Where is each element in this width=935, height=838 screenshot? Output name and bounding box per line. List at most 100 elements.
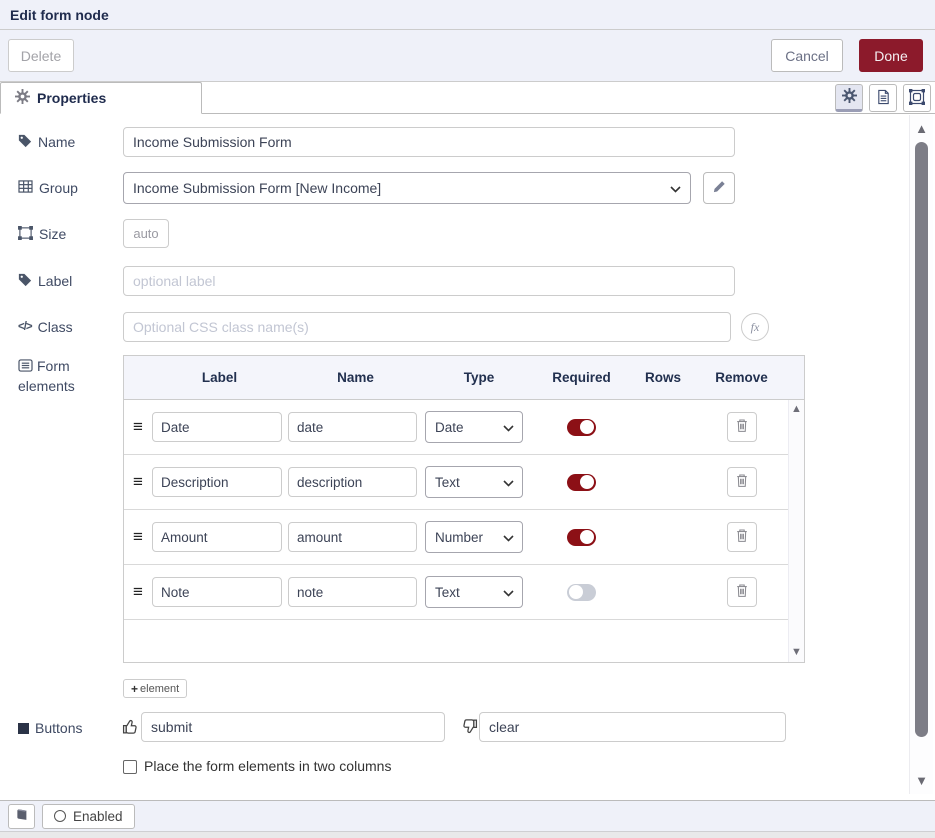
- element-name-input[interactable]: [288, 522, 417, 552]
- header-label: Label: [152, 370, 287, 385]
- scroll-up-icon[interactable]: ▲: [791, 400, 802, 419]
- done-button[interactable]: Done: [859, 39, 923, 72]
- delete-button[interactable]: Delete: [8, 39, 74, 72]
- table-row: ≡ Date: [124, 400, 788, 455]
- gear-icon: [842, 88, 857, 106]
- drag-handle-icon[interactable]: ≡: [124, 417, 152, 437]
- description-button[interactable]: [869, 84, 897, 112]
- tab-properties-label: Properties: [37, 90, 106, 106]
- size-field-label: Size: [18, 219, 66, 249]
- class-fx-button[interactable]: fx: [741, 313, 769, 341]
- dialog-titlebar: Edit form node: [0, 0, 935, 30]
- trash-icon: [735, 473, 749, 491]
- element-type-select[interactable]: Number: [425, 521, 523, 553]
- group-select[interactable]: Income Submission Form [New Income]: [123, 172, 691, 204]
- object-group-icon: [18, 226, 33, 243]
- appearance-icon: [909, 89, 925, 108]
- name-field-label: Name: [18, 127, 75, 157]
- scroll-down-icon[interactable]: ▼: [910, 775, 933, 786]
- table-row: ≡ Number: [124, 510, 788, 565]
- scroll-up-icon[interactable]: ▲: [910, 123, 933, 134]
- group-field-label: Group: [18, 173, 78, 203]
- properties-gear-button[interactable]: [835, 84, 863, 112]
- element-name-input[interactable]: [288, 467, 417, 497]
- tag-icon: [18, 134, 32, 151]
- document-icon: [876, 89, 891, 108]
- drag-handle-icon[interactable]: ≡: [124, 472, 152, 492]
- table-icon: [18, 180, 33, 196]
- main-scrollbar[interactable]: ▲ ▼: [909, 115, 933, 794]
- header-remove: Remove: [697, 370, 786, 385]
- chevron-down-icon: [503, 420, 514, 435]
- node-help-button[interactable]: [8, 804, 35, 829]
- appearance-button[interactable]: [903, 84, 931, 112]
- required-toggle[interactable]: [567, 419, 596, 436]
- table-row: ≡ Text: [124, 565, 788, 620]
- class-field-label: </> Class: [18, 312, 73, 342]
- tab-icon-buttons: [835, 84, 931, 112]
- delete-element-button[interactable]: [727, 577, 757, 607]
- element-label-input[interactable]: [152, 577, 282, 607]
- chevron-down-icon: [503, 530, 514, 545]
- action-bar: Delete Cancel Done: [0, 30, 935, 82]
- delete-element-button[interactable]: [727, 522, 757, 552]
- element-name-input[interactable]: [288, 577, 417, 607]
- tab-bar: Properties: [0, 82, 935, 114]
- element-label-input[interactable]: [152, 412, 282, 442]
- required-toggle[interactable]: [567, 529, 596, 546]
- scrollbar-thumb[interactable]: [915, 142, 928, 737]
- table-scrollbar[interactable]: ▲ ▼: [788, 400, 804, 662]
- element-type-select[interactable]: Text: [425, 466, 523, 498]
- element-name-input[interactable]: [288, 412, 417, 442]
- two-columns-checkbox[interactable]: [123, 760, 137, 774]
- delete-element-button[interactable]: [727, 412, 757, 442]
- drag-handle-icon[interactable]: ≡: [124, 582, 152, 602]
- element-label-input[interactable]: [152, 467, 282, 497]
- dialog-footer: Enabled: [0, 800, 935, 831]
- edit-group-button[interactable]: [703, 172, 735, 204]
- thumbs-up-icon: [122, 718, 139, 738]
- gear-icon: [15, 89, 30, 107]
- circle-icon: [54, 810, 66, 822]
- drag-handle-icon[interactable]: ≡: [124, 527, 152, 547]
- element-label-input[interactable]: [152, 522, 282, 552]
- group-select-value: Income Submission Form [New Income]: [133, 180, 381, 196]
- form-elements-table: Label Name Type Required Rows Remove ≡ D…: [123, 355, 805, 663]
- thumbs-down-icon: [461, 718, 478, 738]
- chevron-down-icon: [503, 475, 514, 490]
- header-type: Type: [424, 370, 534, 385]
- add-element-button[interactable]: + element: [123, 679, 187, 698]
- tag-icon: [18, 273, 32, 290]
- size-auto-button[interactable]: auto: [123, 219, 169, 248]
- code-icon: </>: [18, 321, 32, 333]
- required-toggle[interactable]: [567, 474, 596, 491]
- header-name: Name: [287, 370, 424, 385]
- buttons-field-label: Buttons: [18, 713, 82, 743]
- required-toggle[interactable]: [567, 584, 596, 601]
- scroll-down-icon[interactable]: ▼: [791, 643, 802, 662]
- cancel-button[interactable]: Cancel: [771, 39, 843, 72]
- class-input[interactable]: [123, 312, 731, 342]
- node-enabled-toggle[interactable]: Enabled: [42, 804, 135, 829]
- label-input[interactable]: [123, 266, 735, 296]
- form-elements-label: Form elements: [18, 357, 108, 396]
- tab-properties[interactable]: Properties: [0, 82, 202, 114]
- table-row: ≡ Text: [124, 455, 788, 510]
- table-header-row: Label Name Type Required Rows Remove: [124, 356, 804, 400]
- list-alt-icon: [18, 358, 33, 377]
- plus-icon: +: [131, 682, 138, 696]
- pencil-icon: [713, 180, 726, 196]
- edit-form-node-dialog: Edit form node Delete Cancel Done Proper…: [0, 0, 935, 838]
- clear-button-text-input[interactable]: [479, 712, 786, 742]
- element-type-select[interactable]: Text: [425, 576, 523, 608]
- trash-icon: [735, 528, 749, 546]
- delete-element-button[interactable]: [727, 467, 757, 497]
- element-type-select[interactable]: Date: [425, 411, 523, 443]
- chevron-down-icon: [503, 585, 514, 600]
- submit-button-text-input[interactable]: [141, 712, 445, 742]
- label-field-label: Label: [18, 266, 72, 296]
- trash-icon: [735, 583, 749, 601]
- header-rows: Rows: [629, 370, 697, 385]
- name-input[interactable]: [123, 127, 735, 157]
- book-icon: [15, 808, 29, 825]
